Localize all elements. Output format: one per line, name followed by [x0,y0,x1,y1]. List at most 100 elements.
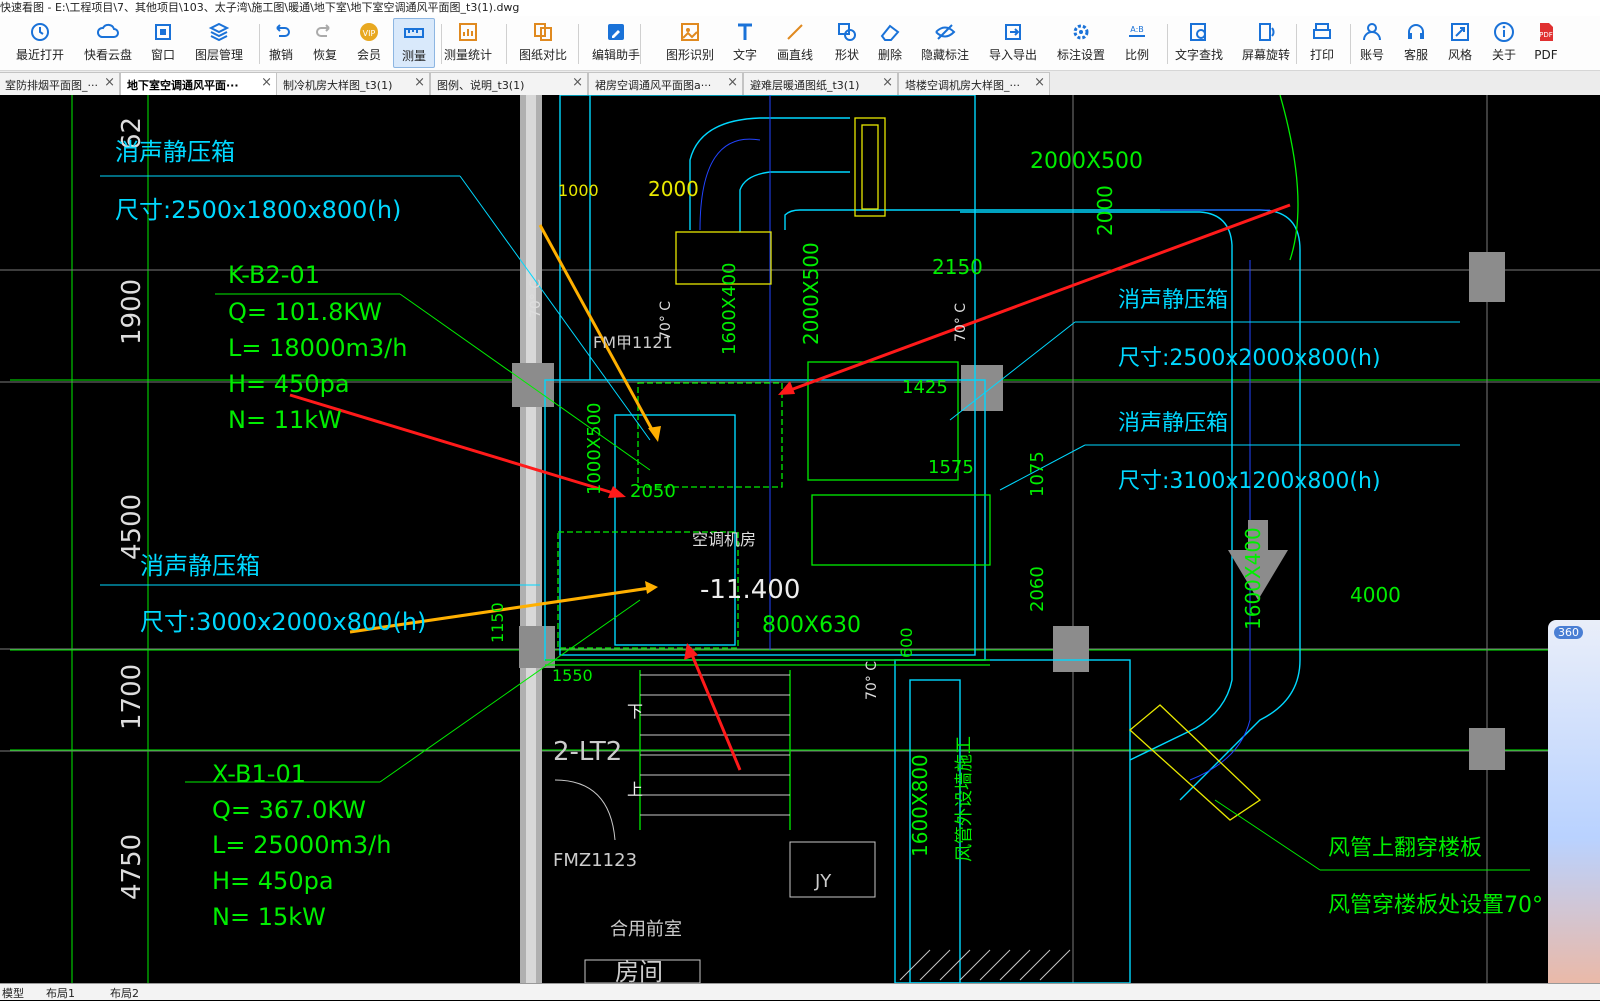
toolbar-button-print[interactable]: 打印 [1302,18,1342,66]
unit-x-line5: N= 15kW [212,903,326,931]
drawing-label: -11.400 [700,575,800,605]
document-tab[interactable]: 图例、说明_t3(1) × [430,72,588,95]
toolbar-button-cloud[interactable]: 快看云盘 [78,18,138,66]
close-tab-icon[interactable]: × [1034,75,1045,90]
document-tab[interactable]: 裙房空调通风平面图a··· × [588,72,743,95]
shape-recognize-icon [681,23,699,41]
document-tab-label: 避难层暖通图纸_t3(1) [750,79,860,92]
annotation-settings-icon [1073,24,1089,40]
drawing-label: 2-LT2 [553,737,622,767]
unit-k-line5: N= 11kW [228,406,342,434]
close-tab-icon[interactable]: × [414,75,425,90]
drawing-label: 70° C [953,303,969,342]
dimension-label: 2000 [648,177,699,201]
toolbar-button-label: 风格 [1447,48,1472,62]
box1-size: 尺寸:2500x1800x800(h) [115,196,401,224]
toolbar-button-undo[interactable]: 撤销 [263,18,299,66]
document-tab[interactable]: 地下室空调通风平面··· × [120,72,277,95]
text-search-icon [1190,23,1206,41]
toolbar-button-label: 隐藏标注 [920,48,969,62]
toolbar-button-measure[interactable]: 测量 [393,18,435,68]
toolbar-button-history[interactable]: 最近打开 [9,18,71,66]
dimension-label: 2000X500 [799,242,823,345]
close-tab-icon[interactable]: × [727,75,738,90]
toolbar-button-hide-annotation[interactable]: 隐藏标注 [915,18,975,66]
main-toolbar: 最近打开 快看云盘 窗口 图层管理 撤销 恢复 VIP 会员 测量 测量统计 图纸对比 编辑助手 图形识… [0,16,1600,71]
toolbar-separator [441,24,442,64]
account-icon [1363,23,1381,41]
toolbar-button-label: 图纸对比 [518,48,567,62]
document-tab[interactable]: 室防排烟平面图_··· × [0,72,120,95]
toolbar-button-label: 编辑助手 [591,48,640,62]
toolbar-button-window[interactable]: 窗口 [145,18,181,66]
toolbar-button-label: 屏幕旋转 [1241,48,1290,62]
toolbar-button-label: 文字查找 [1174,48,1223,62]
toolbar-button-line[interactable]: 画直线 [773,18,817,66]
toolbar-button-edit-assistant[interactable]: 编辑助手 [586,18,646,66]
toolbar-button-headset[interactable]: 客服 [1398,18,1434,66]
dimension-label: 600 [897,627,916,658]
cloud-icon [96,23,119,38]
unit-k-line2: Q= 101.8KW [228,298,382,326]
box4-size: 尺寸:3100x1200x800(h) [1118,469,1381,494]
toolbar-separator [259,24,260,64]
toolbar-button-text[interactable]: 文字 [725,18,765,66]
toolbar-button-label: 测量 [401,49,426,63]
document-tab[interactable]: 避难层暖通图纸_t3(1) × [743,72,898,95]
toolbar-button-label: 打印 [1309,48,1334,62]
toolbar-button-label: 文字 [732,48,757,62]
document-tab[interactable]: 塔楼空调机房大样图_··· × [898,72,1050,95]
dimension-label: 1000X500 [584,403,605,496]
eraser-icon [880,24,900,41]
toolbar-button-label: 比例 [1124,48,1149,62]
unit-x-line1: X-B1-01 [212,760,306,788]
toolbar-button-label: 会员 [356,48,381,62]
toolbar-button-measure-stats[interactable]: 测量统计 [438,18,498,66]
close-tab-icon[interactable]: × [261,75,272,90]
hide-annotation-icon [935,24,956,40]
toolbar-button-layers[interactable]: 图层管理 [189,18,249,66]
toolbar-button-redo[interactable]: 恢复 [307,18,343,66]
toolbar-button-annotation-settings[interactable]: 标注设置 [1051,18,1111,66]
drawing-label: 合用前室 [610,919,682,940]
toolbar-button-account[interactable]: 账号 [1352,18,1392,66]
drawing-label: 风管外设墙施工 [954,736,975,862]
edit-assistant-icon [608,24,624,40]
box1-title: 消声静压箱 [115,138,235,166]
close-tab-icon[interactable]: × [882,75,893,90]
window-icon [155,24,171,40]
toolbar-button-text-search[interactable]: 文字查找 [1169,18,1229,66]
toolbar-button-about[interactable]: 关于 [1486,18,1522,66]
text-icon [738,23,752,40]
toolbar-button-label: 删除 [877,48,902,62]
side-panel-label: 360 [1554,626,1583,639]
shape-icon [838,23,856,41]
drawing-label: 下 [627,702,643,721]
about-icon [1494,22,1514,42]
document-tab[interactable]: 制冷机房大样图_t3(1) × [276,72,430,95]
toolbar-button-style[interactable]: 风格 [1442,18,1478,66]
side-floating-panel[interactable]: 360 [1548,620,1600,983]
vip-icon: VIP [360,23,378,41]
cad-drawing-canvas[interactable]: 62 1900 4500 1700 4750 1000 2000 2000X500 2000 21… [0,94,1600,986]
toolbar-button-import-export[interactable]: 导入导出 [983,18,1043,66]
toolbar-button-label: 形状 [834,48,859,62]
toolbar-button-shape[interactable]: 形状 [827,18,867,66]
cad-drawing[interactable]: 6219004500170047501000 20002000X500200021… [0,94,1600,986]
toolbar-button-label: 关于 [1491,48,1516,62]
dimension-label: 1550 [552,666,593,685]
toolbar-button-rotate-screen[interactable]: 屏幕旋转 [1236,18,1296,66]
close-tab-icon[interactable]: × [104,75,115,90]
measure-icon [404,28,424,38]
toolbar-button-shape-recognize[interactable]: 图形识别 [660,18,720,66]
toolbar-button-pdf[interactable]: PDF PDF [1531,18,1561,66]
toolbar-button-scale[interactable]: A:B 比例 [1117,18,1157,66]
toolbar-button-vip[interactable]: VIP 会员 [351,18,387,66]
toolbar-button-eraser[interactable]: 删除 [872,18,908,66]
close-tab-icon[interactable]: × [572,75,583,90]
document-tab-label: 塔楼空调机房大样图_··· [905,79,1020,92]
equipment-outlines [545,94,1299,830]
drawing-label: FM甲1121 [593,333,673,352]
toolbar-button-compare[interactable]: 图纸对比 [513,18,573,66]
toolbar-button-label: 画直线 [776,48,813,62]
